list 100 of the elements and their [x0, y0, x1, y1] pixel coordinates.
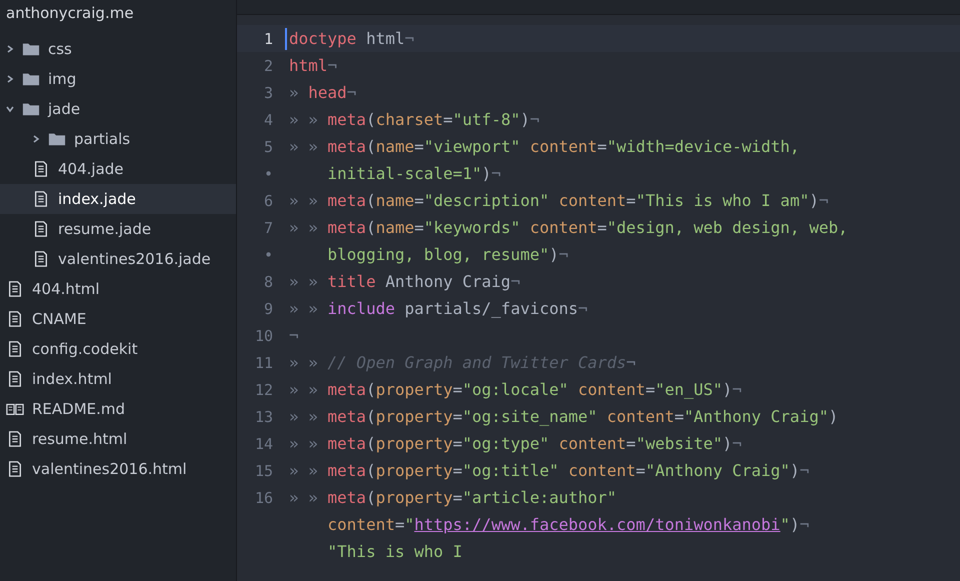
indent-guide-mark: »	[308, 191, 319, 210]
indent-guide-mark: »	[308, 461, 319, 480]
indent-guide-mark: »	[289, 137, 300, 156]
indent-guide-mark: »	[308, 434, 319, 453]
attribute-name: property	[376, 380, 453, 399]
tree-item[interactable]: 404.html	[0, 274, 236, 304]
attribute-name: content	[577, 380, 646, 399]
code-text: =	[414, 137, 424, 156]
line-number: 5	[262, 138, 273, 156]
code-text: (	[366, 218, 376, 237]
file-name: partials	[74, 130, 130, 148]
string-literal: "Anthony Craig"	[645, 461, 790, 480]
line-number: 4	[262, 110, 273, 128]
attribute-name: property	[376, 434, 453, 453]
code-text: (	[366, 461, 376, 480]
end-of-line-mark: ¬	[558, 245, 568, 264]
file-name: css	[48, 40, 72, 58]
project-title: anthonycraig.me	[5, 3, 135, 24]
tree-item[interactable]: resume.jade	[0, 214, 236, 244]
indent-guide-mark: »	[289, 83, 300, 102]
attribute-name: content	[567, 461, 636, 480]
tag-keyword: meta	[328, 434, 366, 453]
end-of-line-mark: ¬	[800, 461, 810, 480]
code-text: )	[790, 461, 800, 480]
indent-guide-mark: »	[308, 353, 319, 372]
tree-item[interactable]: CNAME	[0, 304, 236, 334]
code-text: =	[394, 515, 405, 534]
url-link[interactable]: https://www.facebook.com/toniwonkanobi	[414, 515, 780, 534]
code-text: (	[366, 407, 376, 426]
attribute-name: content	[606, 407, 674, 426]
line-number: 14	[254, 434, 273, 452]
indent-guide-mark: »	[289, 191, 300, 210]
string-literal: "This is who I	[328, 542, 462, 561]
code-text: =	[674, 407, 684, 426]
indent-guide-mark: »	[289, 218, 300, 237]
tree-item[interactable]: config.codekit	[0, 334, 236, 364]
tree-item[interactable]: css	[0, 34, 236, 64]
attribute-name: content	[558, 191, 626, 210]
folder-icon	[22, 71, 40, 87]
file-name: index.html	[32, 370, 112, 388]
line-number: 8	[262, 272, 273, 290]
file-name: img	[48, 70, 76, 88]
line-number: 16	[254, 488, 273, 506]
attribute-name: content	[558, 434, 626, 453]
tree-item[interactable]: index.jade	[0, 184, 236, 214]
code-text: )	[520, 110, 530, 129]
indent-guide-mark: »	[308, 218, 319, 237]
indent-guide-mark: »	[308, 299, 319, 318]
tree-item[interactable]: index.html	[0, 364, 236, 394]
tree-item[interactable]: resume.html	[0, 424, 236, 454]
attribute-name: name	[376, 137, 414, 156]
attribute-name: content	[328, 515, 395, 534]
string-literal: "width=device-width,	[606, 137, 800, 156]
tag-keyword: html	[289, 56, 328, 75]
code-text: )	[722, 434, 732, 453]
end-of-line-mark: ¬	[732, 380, 742, 399]
tree-item[interactable]: jade	[0, 94, 236, 124]
attribute-name: content	[528, 218, 598, 237]
tree-item[interactable]: valentines2016.jade	[0, 244, 236, 274]
string-literal: "article:author"	[462, 488, 617, 507]
tree-item[interactable]: img	[0, 64, 236, 94]
code-text: =	[414, 191, 424, 210]
file-name: 404.jade	[58, 160, 124, 178]
file-icon	[32, 191, 50, 207]
file-name: README.md	[32, 400, 126, 418]
indent-guide-mark: »	[308, 110, 319, 129]
file-name: 404.html	[32, 280, 100, 298]
code-text: (	[366, 434, 376, 453]
code-text: =	[636, 461, 646, 480]
code-text: (	[366, 488, 376, 507]
code-comment: // Open Graph and Twitter Cards	[328, 353, 626, 372]
tree-item[interactable]: 404.jade	[0, 154, 236, 184]
string-literal: "og:locale"	[462, 380, 568, 399]
line-number: 7	[262, 218, 273, 236]
string-literal: "design, web design, web,	[606, 218, 848, 237]
file-name: valentines2016.jade	[58, 250, 211, 268]
code-text: =	[626, 191, 636, 210]
attribute-name: name	[376, 191, 414, 210]
code-text: =	[452, 434, 462, 453]
code-text: )	[482, 164, 492, 183]
code-text: =	[626, 434, 636, 453]
string-literal: "Anthony Craig"	[684, 407, 828, 426]
line-number: 15	[254, 462, 273, 480]
attribute-name: name	[376, 218, 414, 237]
string-literal: "utf-8"	[452, 110, 520, 129]
folder-icon	[48, 131, 66, 147]
end-of-line-mark: ¬	[578, 299, 588, 318]
tree-item[interactable]: partials	[0, 124, 236, 154]
file-name: CNAME	[32, 310, 86, 328]
code-text: =	[452, 461, 462, 480]
indent-guide-mark: »	[308, 272, 319, 291]
tree-item[interactable]: valentines2016.html	[0, 454, 236, 484]
tree-item[interactable]: README.md	[0, 394, 236, 424]
line-number: 10	[254, 326, 273, 344]
code-text: =	[414, 218, 424, 237]
end-of-line-mark: ¬	[818, 191, 828, 210]
tag-keyword: meta	[328, 191, 366, 210]
tag-keyword: meta	[328, 218, 366, 237]
book-icon	[6, 401, 24, 417]
line-number: 2	[262, 56, 273, 74]
